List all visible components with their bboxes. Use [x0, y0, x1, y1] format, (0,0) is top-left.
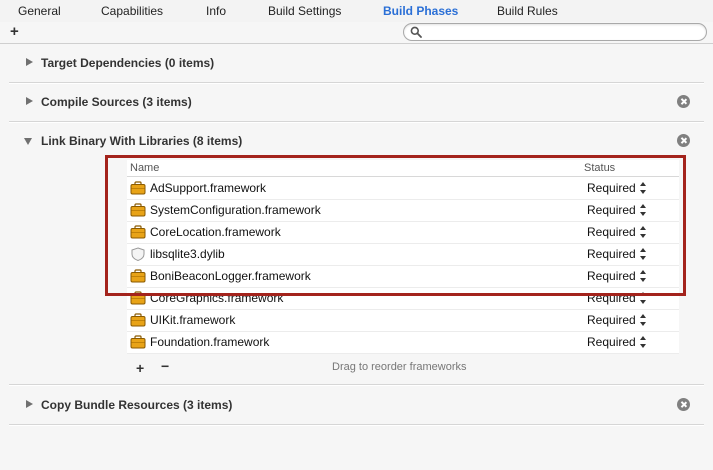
section-divider — [9, 424, 704, 426]
framework-icon — [130, 269, 146, 283]
section-title: Target Dependencies (0 items) — [41, 56, 215, 70]
framework-icon — [130, 291, 146, 305]
popup-stepper-icon[interactable] — [639, 181, 647, 195]
popup-stepper-icon[interactable] — [639, 247, 647, 261]
section-title: Copy Bundle Resources (3 items) — [41, 398, 233, 412]
library-row[interactable]: BoniBeaconLogger.framework Required — [127, 265, 679, 288]
remove-phase-icon[interactable] — [677, 398, 690, 411]
framework-icon — [130, 335, 146, 349]
tab-build-rules[interactable]: Build Rules — [497, 4, 558, 18]
dylib-icon — [131, 247, 145, 261]
remove-phase-icon[interactable] — [677, 134, 690, 147]
library-row[interactable]: CoreLocation.framework Required — [127, 221, 679, 244]
library-status[interactable]: Required — [587, 291, 636, 305]
popup-stepper-icon[interactable] — [639, 225, 647, 239]
libraries-table: Name Status AdSupport.framework Required S… — [127, 160, 679, 354]
library-row[interactable]: Foundation.framework Required — [127, 331, 679, 354]
section-divider — [9, 384, 704, 386]
library-row[interactable]: AdSupport.framework Required — [127, 177, 679, 200]
section-divider — [9, 82, 704, 84]
section-compile-sources[interactable]: Compile Sources (3 items) — [9, 92, 704, 112]
library-status[interactable]: Required — [587, 269, 636, 283]
popup-stepper-icon[interactable] — [639, 313, 647, 327]
column-header-status[interactable]: Status — [584, 162, 615, 174]
library-row[interactable]: SystemConfiguration.framework Required — [127, 199, 679, 222]
library-name: CoreLocation.framework — [150, 225, 281, 239]
library-name: AdSupport.framework — [150, 181, 267, 195]
section-link-binary[interactable]: Link Binary With Libraries (8 items) — [9, 131, 704, 151]
add-phase-button[interactable]: + — [10, 23, 19, 40]
disclosure-triangle-icon[interactable] — [26, 97, 33, 105]
tab-info[interactable]: Info — [206, 4, 226, 18]
tab-build-phases[interactable]: Build Phases — [383, 4, 458, 18]
framework-icon — [130, 225, 146, 239]
library-name: BoniBeaconLogger.framework — [150, 269, 311, 283]
remove-library-button[interactable]: − — [161, 358, 169, 374]
remove-phase-icon[interactable] — [677, 95, 690, 108]
library-row[interactable]: CoreGraphics.framework Required — [127, 287, 679, 310]
drag-hint-text: Drag to reorder frameworks — [332, 361, 467, 373]
section-target-dependencies[interactable]: Target Dependencies (0 items) — [9, 53, 704, 73]
disclosure-triangle-icon[interactable] — [26, 58, 33, 66]
section-divider — [9, 121, 704, 123]
tab-capabilities[interactable]: Capabilities — [101, 4, 163, 18]
library-name: CoreGraphics.framework — [150, 291, 284, 305]
search-input[interactable] — [426, 25, 696, 38]
library-name: libsqlite3.dylib — [150, 247, 225, 261]
library-status[interactable]: Required — [587, 247, 636, 261]
section-title: Compile Sources (3 items) — [41, 95, 192, 109]
library-row[interactable]: UIKit.framework Required — [127, 309, 679, 332]
library-status[interactable]: Required — [587, 225, 636, 239]
tab-bar: General Capabilities Info Build Settings… — [0, 0, 713, 23]
library-status[interactable]: Required — [587, 313, 636, 327]
column-header-name[interactable]: Name — [130, 162, 159, 174]
library-name: UIKit.framework — [150, 313, 236, 327]
framework-icon — [130, 313, 146, 327]
section-copy-bundle-resources[interactable]: Copy Bundle Resources (3 items) — [9, 395, 704, 415]
phases-toolbar: + — [0, 22, 713, 44]
framework-icon — [130, 181, 146, 195]
library-name: SystemConfiguration.framework — [150, 203, 321, 217]
search-icon — [410, 26, 422, 38]
section-title: Link Binary With Libraries (8 items) — [41, 134, 243, 148]
disclosure-triangle-icon[interactable] — [26, 400, 33, 408]
library-status[interactable]: Required — [587, 335, 636, 349]
popup-stepper-icon[interactable] — [639, 269, 647, 283]
framework-icon — [130, 203, 146, 217]
popup-stepper-icon[interactable] — [639, 335, 647, 349]
tab-build-settings[interactable]: Build Settings — [268, 4, 341, 18]
library-status[interactable]: Required — [587, 181, 636, 195]
popup-stepper-icon[interactable] — [639, 203, 647, 217]
add-library-button[interactable]: + — [136, 360, 144, 376]
table-header: Name Status — [127, 160, 679, 177]
search-field[interactable] — [403, 23, 707, 41]
disclosure-triangle-icon[interactable] — [24, 138, 32, 145]
library-status[interactable]: Required — [587, 203, 636, 217]
library-row[interactable]: libsqlite3.dylib Required — [127, 243, 679, 266]
popup-stepper-icon[interactable] — [639, 291, 647, 305]
library-name: Foundation.framework — [150, 335, 270, 349]
tab-general[interactable]: General — [18, 4, 61, 18]
